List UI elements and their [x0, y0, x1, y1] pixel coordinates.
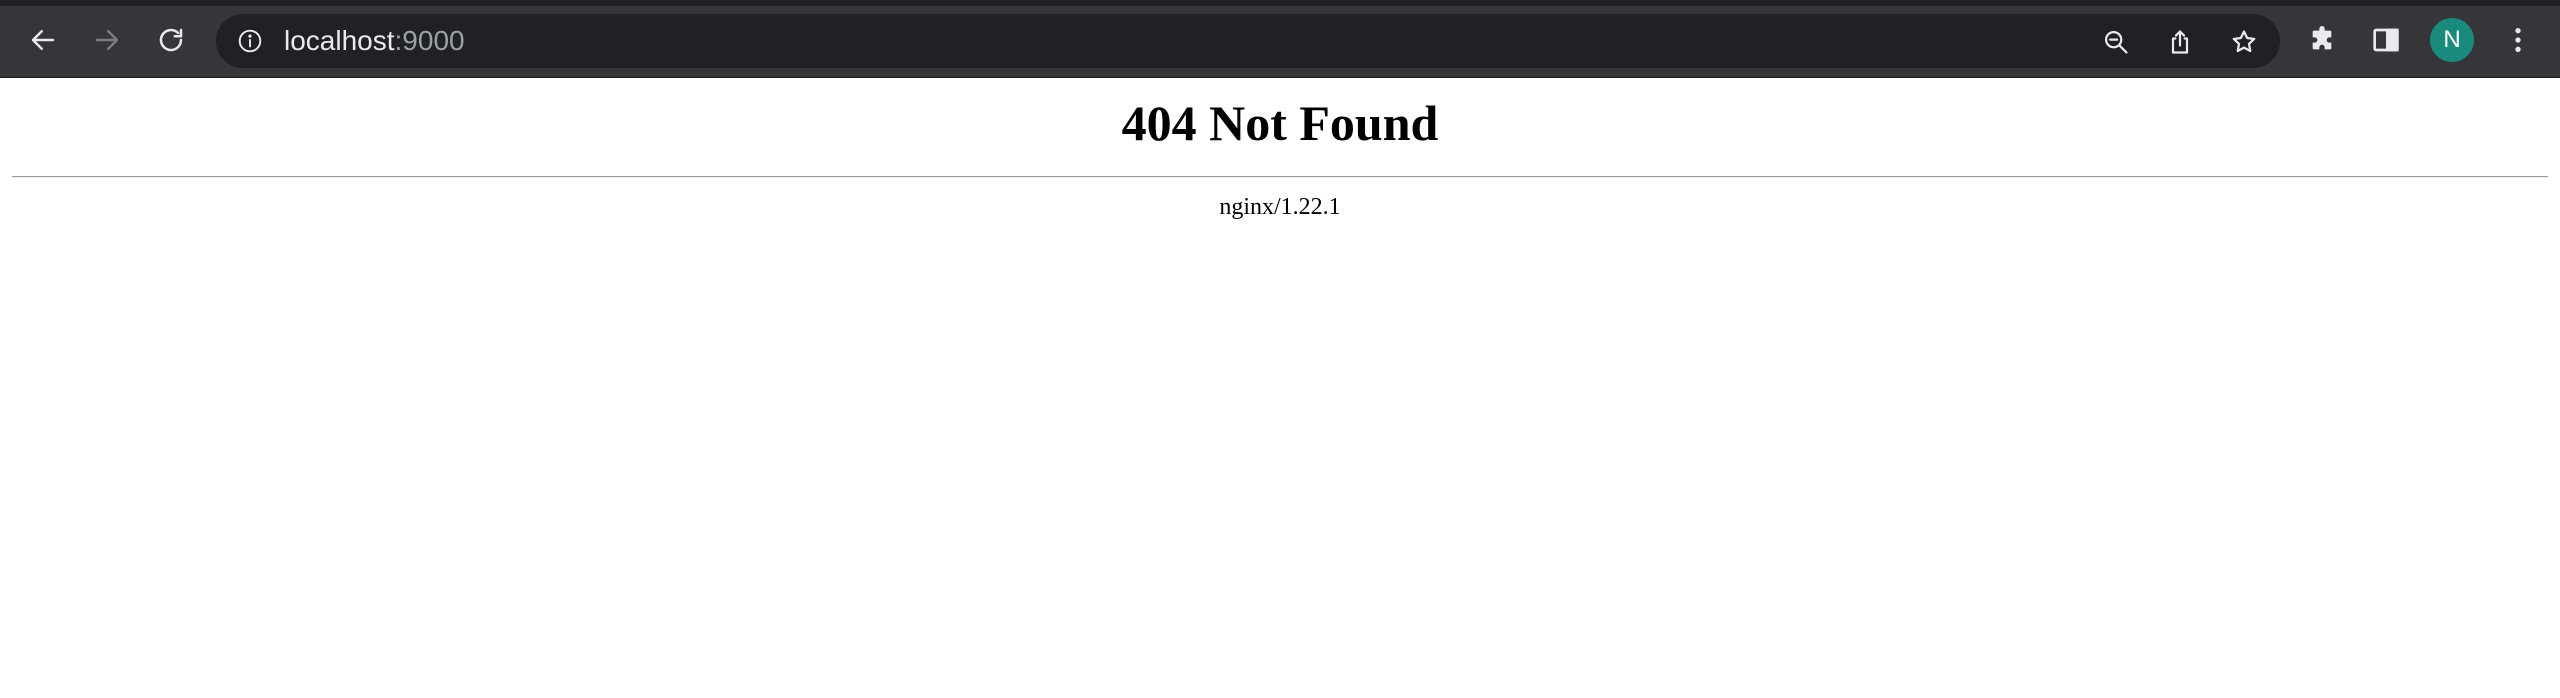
page-title: 404 Not Found [1121, 95, 1439, 151]
back-button[interactable] [20, 20, 66, 60]
share-icon[interactable] [2164, 26, 2196, 58]
horizontal-rule [12, 176, 2548, 178]
page-content: 404 Not Found nginx/1.22.1 [0, 78, 2560, 698]
url-port: :9000 [394, 25, 465, 56]
tab-strip-edge [0, 0, 2560, 6]
puzzle-icon[interactable] [2304, 22, 2340, 58]
reload-icon [156, 25, 186, 55]
reload-button[interactable] [148, 20, 194, 60]
forward-button[interactable] [84, 20, 130, 60]
url-text[interactable]: localhost:9000 [284, 26, 465, 56]
zoom-out-icon[interactable] [2100, 26, 2132, 58]
url-host: localhost [284, 25, 395, 56]
side-panel-icon[interactable] [2368, 22, 2404, 58]
server-signature: nginx/1.22.1 [1219, 194, 1341, 220]
address-bar[interactable]: localhost:9000 [216, 14, 2280, 68]
info-icon[interactable] [236, 27, 264, 55]
arrow-right-icon [92, 25, 122, 55]
profile-avatar[interactable]: N [2430, 18, 2474, 62]
kebab-menu-icon[interactable] [2500, 22, 2536, 58]
arrow-left-icon [28, 25, 58, 55]
star-icon[interactable] [2228, 26, 2260, 58]
browser-toolbar: localhost:9000 N [0, 0, 2560, 78]
